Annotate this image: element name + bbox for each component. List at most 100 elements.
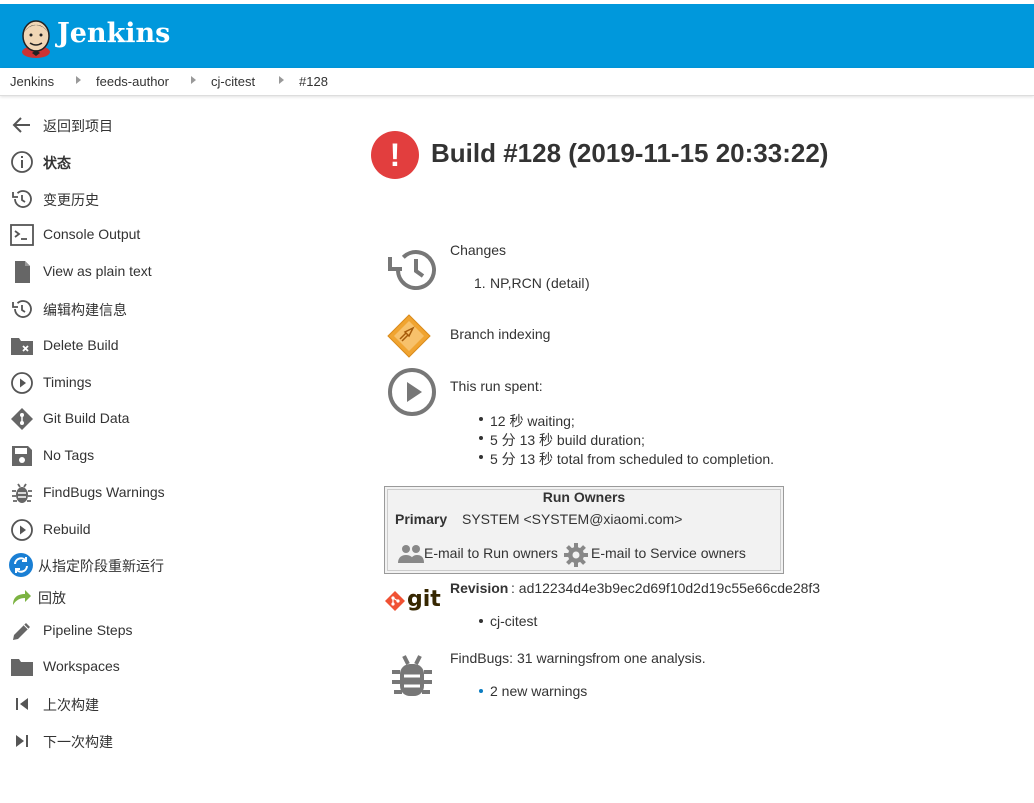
sidebar-item-rebuild[interactable]: Rebuild xyxy=(8,515,268,545)
sidebar-item-previous-build[interactable]: 上次构建 xyxy=(8,689,268,719)
email-run-owners-link[interactable]: E-mail to Run owners xyxy=(424,545,558,561)
bullet-icon xyxy=(479,619,483,623)
jenkins-butler-logo[interactable] xyxy=(18,18,54,61)
history-icon xyxy=(8,296,36,322)
sidebar-item-label: Console Output xyxy=(43,226,141,242)
new-warnings-link[interactable]: 2 new warnings xyxy=(490,683,587,699)
revision-hash: : ad12234d4e3b9ec2d69f10d2d19c55e66cde28… xyxy=(511,580,821,596)
sidebar-item-label: Pipeline Steps xyxy=(43,622,133,638)
sidebar-item-timings[interactable]: Timings xyxy=(8,368,268,398)
run-spent-duration: 5 分 13 秒 build duration; xyxy=(490,432,645,448)
breadcrumb-jenkins[interactable]: Jenkins xyxy=(10,74,54,89)
sidebar-item-workspaces[interactable]: Workspaces xyxy=(8,652,268,682)
people-icon xyxy=(397,543,425,568)
sidebar-item-edit-build-info[interactable]: 编辑构建信息 xyxy=(8,294,268,324)
save-icon xyxy=(8,443,36,469)
sidebar-item-findbugs-warnings[interactable]: FindBugs Warnings xyxy=(8,478,268,508)
run-time-play-icon xyxy=(387,367,437,420)
gear-icon xyxy=(563,542,589,571)
git-logo-icon xyxy=(384,590,406,615)
history-icon xyxy=(8,186,36,212)
bullet-icon xyxy=(479,417,483,421)
findbugs-bug-icon xyxy=(390,654,434,703)
change-item-number: 1. xyxy=(474,275,486,291)
primary-owner-link[interactable]: SYSTEM <SYSTEM@xiaomi.com> xyxy=(462,511,682,527)
previous-icon xyxy=(8,691,36,717)
sidebar-item-pipeline-steps[interactable]: Pipeline Steps xyxy=(8,616,268,646)
git-branch-name: cj-citest xyxy=(490,613,538,629)
email-service-owners-link[interactable]: E-mail to Service owners xyxy=(591,545,746,561)
sidebar-item-replay[interactable]: 回放 xyxy=(8,582,268,612)
replay-arrow-icon xyxy=(8,584,34,610)
sidebar-item-label: FindBugs Warnings xyxy=(43,484,165,500)
sidebar-item-label: No Tags xyxy=(43,447,95,463)
sidebar-item-delete-build[interactable]: Delete Build xyxy=(8,331,268,361)
brand-name[interactable]: Jenkins xyxy=(57,18,170,49)
breadcrumb-build-128[interactable]: #128 xyxy=(299,74,328,89)
branch-indexing-icon xyxy=(386,313,432,362)
run-spent-waiting: 12 秒 waiting; xyxy=(490,413,575,429)
breadcrumb-separator-icon xyxy=(76,76,81,84)
folder-delete-icon xyxy=(8,333,36,359)
next-icon xyxy=(8,728,36,754)
build-failed-icon: ! xyxy=(371,131,419,179)
sidebar-item-label: 编辑构建信息 xyxy=(43,302,127,318)
sidebar-item-label: 回放 xyxy=(38,590,66,606)
bullet-icon xyxy=(479,455,483,459)
play-circle-icon xyxy=(8,517,36,543)
sidebar-item-label: View as plain text xyxy=(43,263,152,279)
sidebar-item-change-history[interactable]: 变更历史 xyxy=(8,184,268,214)
findbugs-suffix: from one analysis. xyxy=(592,650,706,666)
pencil-icon xyxy=(8,618,36,644)
breadcrumb-feeds-author[interactable]: feeds-author xyxy=(96,74,169,89)
changes-history-icon xyxy=(386,245,438,298)
folder-icon xyxy=(8,654,36,680)
sidebar-item-no-tags[interactable]: No Tags xyxy=(8,441,268,471)
document-icon xyxy=(8,259,36,285)
sidebar-item-label: 变更历史 xyxy=(43,192,99,208)
change-item-close: ) xyxy=(585,275,590,291)
change-item-text: NP,RCN ( xyxy=(490,275,551,291)
sidebar-item-back-to-project[interactable]: 返回到项目 xyxy=(8,110,268,140)
sidebar-item-status[interactable]: 状态 xyxy=(8,147,268,177)
page-title: Build #128 (2019-11-15 20:33:22) xyxy=(431,138,829,168)
findbugs-prefix: FindBugs: xyxy=(450,650,514,666)
branch-indexing-link[interactable]: Branch indexing xyxy=(450,326,550,342)
run-owners-title: Run Owners xyxy=(542,489,626,505)
sidebar-item-label: 返回到项目 xyxy=(43,118,113,134)
sidebar-item-console-output[interactable]: Console Output xyxy=(8,220,268,250)
run-spent-total: 5 分 13 秒 total from scheduled to complet… xyxy=(490,451,775,467)
sidebar-item-restart-from-stage[interactable]: 从指定阶段重新运行 xyxy=(8,550,268,580)
git-logo-text: git xyxy=(407,587,441,612)
bullet-icon xyxy=(479,436,483,440)
sidebar-item-label: 状态 xyxy=(43,155,71,171)
breadcrumb-separator-icon xyxy=(279,76,284,84)
breadcrumb: Jenkins feeds-author cj-citest #128 xyxy=(0,68,1034,96)
sidebar-item-next-build[interactable]: 下一次构建 xyxy=(8,726,268,756)
git-icon xyxy=(8,406,36,432)
sidebar-item-label: Timings xyxy=(43,374,92,390)
sidebar-item-git-build-data[interactable]: Git Build Data xyxy=(8,404,268,434)
bullet-icon xyxy=(479,689,483,693)
sidebar-item-label: 从指定阶段重新运行 xyxy=(38,558,164,574)
sidebar-item-label: Delete Build xyxy=(43,337,119,353)
primary-label: Primary xyxy=(395,511,448,527)
breadcrumb-cj-citest[interactable]: cj-citest xyxy=(211,74,255,89)
changes-heading: Changes xyxy=(450,242,507,258)
findbugs-warnings-link[interactable]: 31 warnings xyxy=(517,650,593,666)
bug-icon xyxy=(8,480,36,506)
breadcrumb-separator-icon xyxy=(191,76,196,84)
revision-label: Revision xyxy=(450,580,509,596)
change-detail-link[interactable]: detail xyxy=(551,275,584,291)
run-spent-heading: This run spent: xyxy=(450,378,543,394)
sidebar-item-label: Rebuild xyxy=(43,521,91,537)
info-icon xyxy=(8,149,36,175)
terminal-icon xyxy=(8,222,36,248)
sidebar-item-label: 上次构建 xyxy=(43,697,99,713)
refresh-icon xyxy=(8,552,34,578)
sidebar-item-label: Git Build Data xyxy=(43,410,130,426)
top-header: Jenkins xyxy=(0,4,1034,68)
sidebar-item-view-plain-text[interactable]: View as plain text xyxy=(8,257,268,287)
run-owners-panel: Run Owners Primary SYSTEM <SYSTEM@xiaomi… xyxy=(384,486,784,574)
arrow-left-icon xyxy=(8,112,36,138)
